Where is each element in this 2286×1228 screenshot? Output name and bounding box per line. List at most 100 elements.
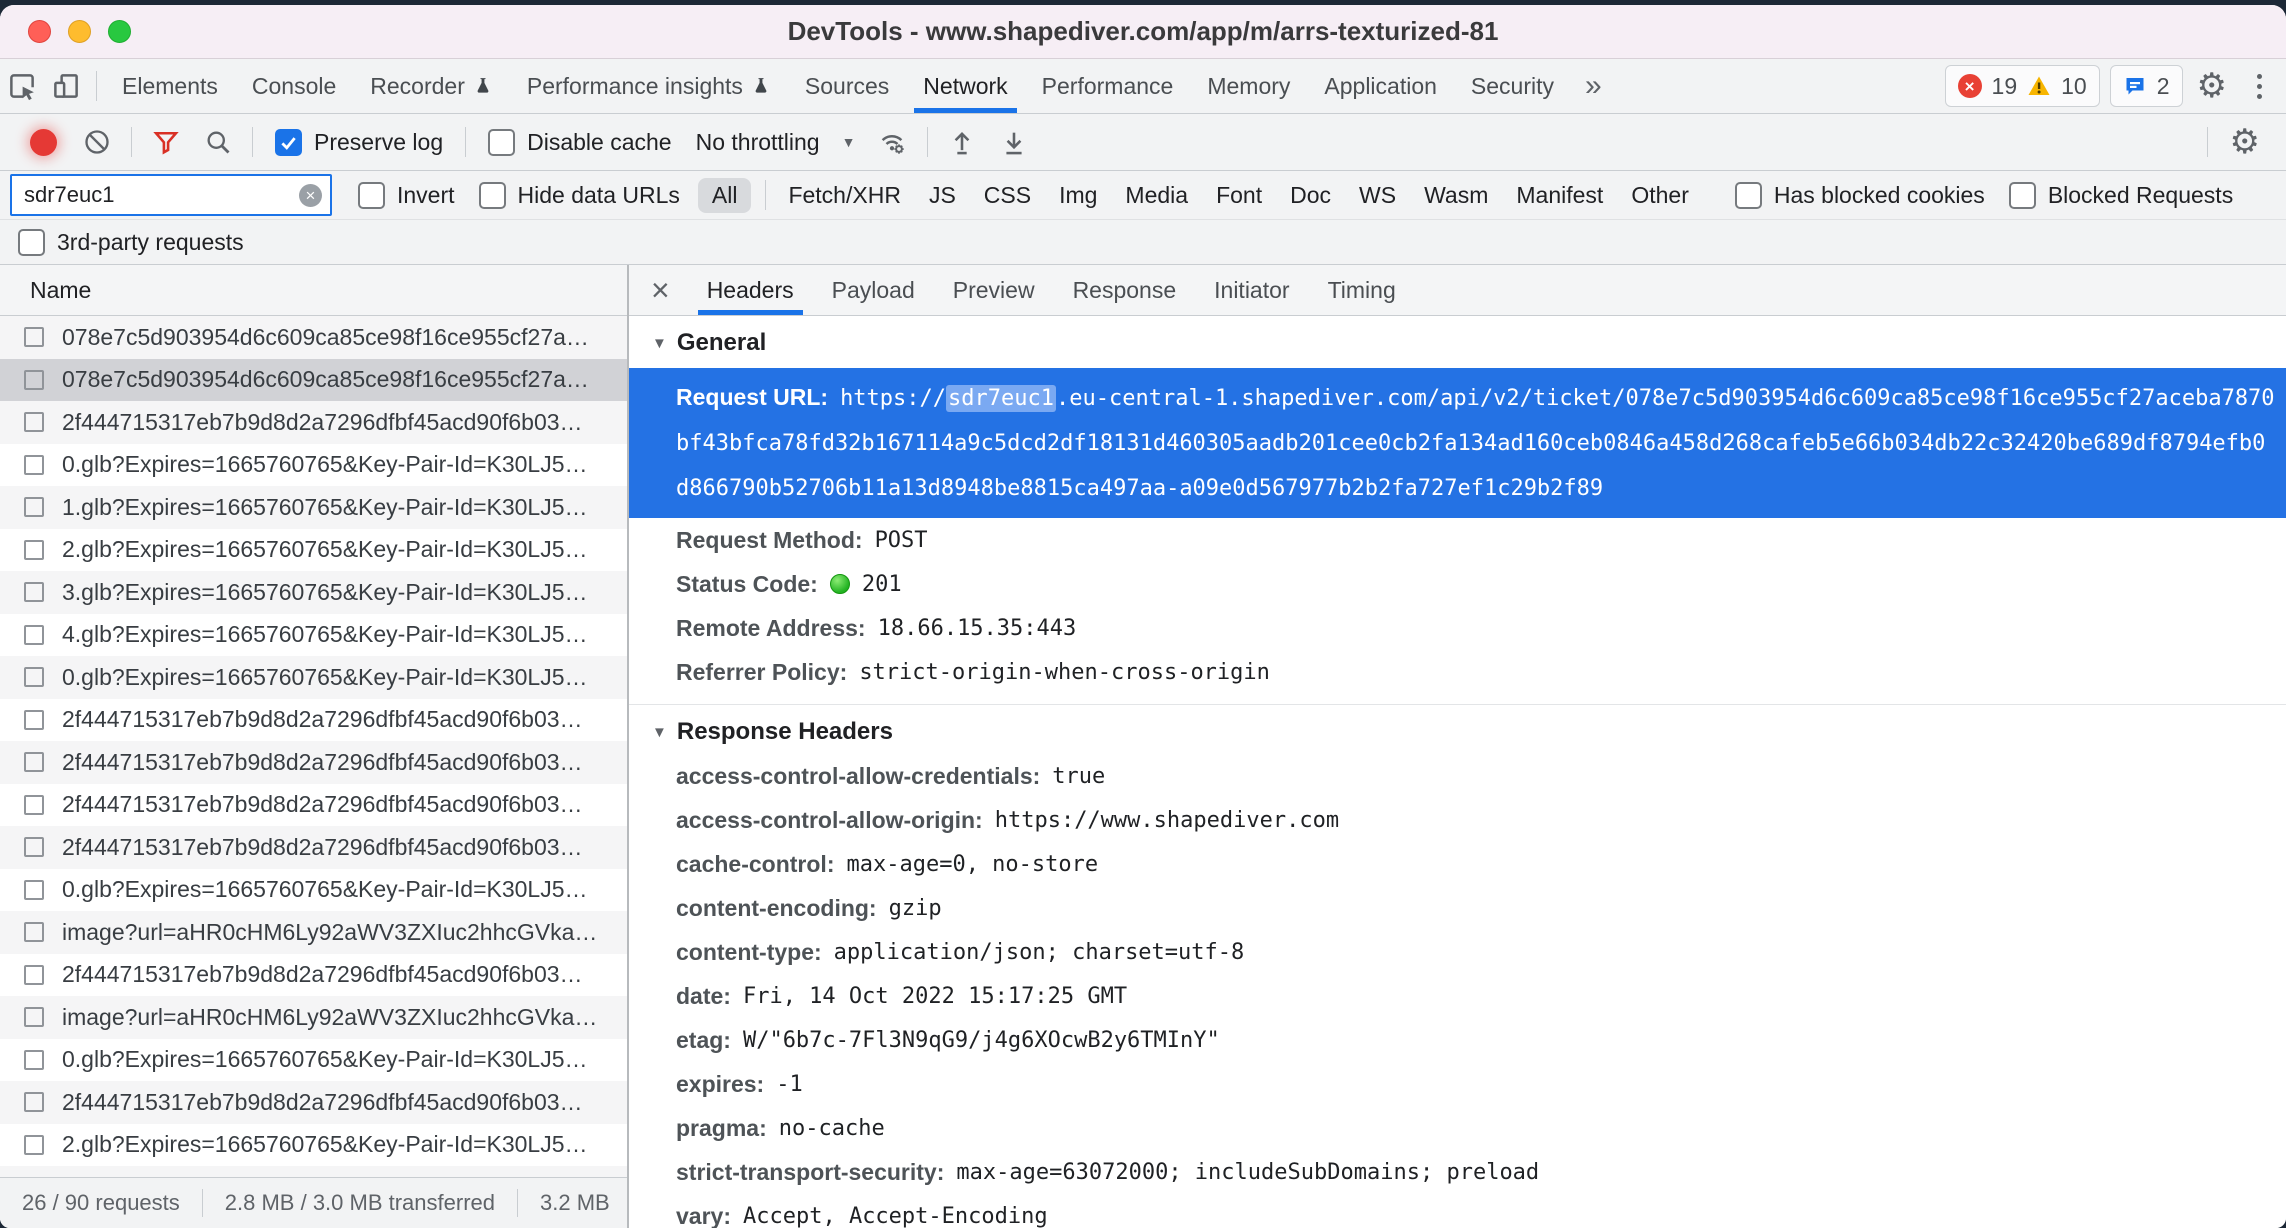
disclosure-triangle-icon: ▼ <box>652 724 667 741</box>
response-header-row[interactable]: access-control-allow-origin: https://www… <box>629 798 2286 842</box>
customize-devtools-menu-button[interactable] <box>2241 74 2278 99</box>
resources-size: 3.2 MB <box>518 1190 627 1216</box>
request-row-partial[interactable] <box>0 1166 627 1177</box>
tab-preview[interactable]: Preview <box>934 265 1054 315</box>
type-filter-font[interactable]: Font <box>1202 182 1276 209</box>
has-blocked-cookies-checkbox[interactable]: Has blocked cookies <box>1723 182 1997 209</box>
request-method-row[interactable]: Request Method: POST <box>629 518 2286 562</box>
export-har-button[interactable] <box>988 114 1040 170</box>
type-filter-js[interactable]: JS <box>915 182 970 209</box>
tab-memory[interactable]: Memory <box>1190 59 1307 113</box>
request-row[interactable]: 2.glb?Expires=1665760765&Key-Pair-Id=K30… <box>0 529 627 572</box>
divider <box>465 127 466 157</box>
third-party-filter-row: 3rd-party requests <box>0 220 2286 265</box>
request-row[interactable]: 4.glb?Expires=1665760765&Key-Pair-Id=K30… <box>0 614 627 657</box>
tab-sources[interactable]: Sources <box>788 59 906 113</box>
blocked-requests-checkbox[interactable]: Blocked Requests <box>1997 182 2245 209</box>
hide-data-urls-checkbox[interactable]: Hide data URLs <box>467 182 692 209</box>
response-header-row[interactable]: cache-control: max-age=0, no-store <box>629 842 2286 886</box>
issues-badge[interactable]: 2 <box>2110 65 2183 107</box>
filter-input[interactable] <box>22 181 293 209</box>
tab-network[interactable]: Network <box>906 59 1024 113</box>
tab-headers[interactable]: Headers <box>688 265 813 315</box>
filter-toggle-button[interactable] <box>140 114 192 170</box>
type-filter-all[interactable]: All <box>698 178 752 213</box>
response-header-row[interactable]: strict-transport-security: max-age=63072… <box>629 1150 2286 1194</box>
third-party-requests-checkbox[interactable]: 3rd-party requests <box>18 229 244 256</box>
request-row[interactable]: 078e7c5d903954d6c609ca85ce98f16ce955cf27… <box>0 316 627 359</box>
request-row-selected[interactable]: 078e7c5d903954d6c609ca85ce98f16ce955cf27… <box>0 359 627 402</box>
import-har-button[interactable] <box>936 114 988 170</box>
request-row[interactable]: 2f444715317eb7b9d8d2a7296dfbf45acd90f6b0… <box>0 954 627 997</box>
type-filter-wasm[interactable]: Wasm <box>1410 182 1502 209</box>
request-row[interactable]: 0.glb?Expires=1665760765&Key-Pair-Id=K30… <box>0 869 627 912</box>
remote-address-row[interactable]: Remote Address: 18.66.15.35:443 <box>629 606 2286 650</box>
request-row[interactable]: 2f444715317eb7b9d8d2a7296dfbf45acd90f6b0… <box>0 1081 627 1124</box>
network-conditions-button[interactable] <box>865 114 919 170</box>
response-header-row[interactable]: content-type: application/json; charset=… <box>629 930 2286 974</box>
tab-performance-insights[interactable]: Performance insights <box>510 59 788 113</box>
clear-network-log-button[interactable] <box>71 114 123 170</box>
invert-checkbox[interactable]: Invert <box>346 182 467 209</box>
tab-response[interactable]: Response <box>1054 265 1196 315</box>
close-details-button[interactable]: × <box>629 274 688 306</box>
request-row[interactable]: image?url=aHR0cHM6Ly92aWV3ZXIuc2hhcGVka… <box>0 996 627 1039</box>
preserve-log-label: Preserve log <box>314 129 443 156</box>
settings-gear-button[interactable]: ⚙ <box>2183 69 2241 103</box>
request-row[interactable]: 2f444715317eb7b9d8d2a7296dfbf45acd90f6b0… <box>0 826 627 869</box>
request-row[interactable]: 3.glb?Expires=1665760765&Key-Pair-Id=K30… <box>0 571 627 614</box>
type-filter-ws[interactable]: WS <box>1345 182 1410 209</box>
type-filter-fetch-xhr[interactable]: Fetch/XHR <box>774 182 914 209</box>
preserve-log-checkbox[interactable]: Preserve log <box>261 129 457 156</box>
search-network-button[interactable] <box>192 114 244 170</box>
response-header-row[interactable]: expires: -1 <box>629 1062 2286 1106</box>
request-row[interactable]: 2.glb?Expires=1665760765&Key-Pair-Id=K30… <box>0 1124 627 1167</box>
console-errors-warnings-badge[interactable]: × 19 10 <box>1945 65 2100 107</box>
type-filter-img[interactable]: Img <box>1045 182 1111 209</box>
request-url-row-selected[interactable]: Request URL:https://sdr7euc1.eu-central-… <box>629 368 2286 518</box>
response-header-row[interactable]: access-control-allow-credentials: true <box>629 754 2286 798</box>
referrer-policy-row[interactable]: Referrer Policy: strict-origin-when-cros… <box>629 650 2286 694</box>
request-row[interactable]: 0.glb?Expires=1665760765&Key-Pair-Id=K30… <box>0 444 627 487</box>
request-row[interactable]: image?url=aHR0cHM6Ly92aWV3ZXIuc2hhcGVka… <box>0 911 627 954</box>
tab-performance[interactable]: Performance <box>1025 59 1191 113</box>
more-tabs-button[interactable]: » <box>1571 69 1616 103</box>
response-header-row[interactable]: vary: Accept, Accept-Encoding <box>629 1194 2286 1228</box>
general-section-header[interactable]: ▼ General <box>629 316 2286 365</box>
tab-application[interactable]: Application <box>1307 59 1454 113</box>
tab-console[interactable]: Console <box>235 59 353 113</box>
tab-security[interactable]: Security <box>1454 59 1571 113</box>
request-row[interactable]: 2f444715317eb7b9d8d2a7296dfbf45acd90f6b0… <box>0 699 627 742</box>
status-code-row[interactable]: Status Code: 201 <box>629 562 2286 606</box>
clear-filter-icon[interactable]: × <box>299 184 322 207</box>
response-headers-section-header[interactable]: ▼ Response Headers <box>629 705 2286 754</box>
tab-recorder[interactable]: Recorder <box>353 59 510 113</box>
header-key: access-control-allow-credentials: <box>676 763 1040 790</box>
request-row[interactable]: 2f444715317eb7b9d8d2a7296dfbf45acd90f6b0… <box>0 401 627 444</box>
tab-elements[interactable]: Elements <box>105 59 235 113</box>
type-filter-other[interactable]: Other <box>1617 182 1703 209</box>
tab-payload[interactable]: Payload <box>813 265 934 315</box>
response-header-row[interactable]: etag: W/"6b7c-7Fl3N9qG9/j4g6XOcwB2y6TMIn… <box>629 1018 2286 1062</box>
disable-cache-checkbox[interactable]: Disable cache <box>474 129 685 156</box>
name-column-header[interactable]: Name <box>0 265 627 316</box>
type-filter-media[interactable]: Media <box>1111 182 1202 209</box>
type-filter-css[interactable]: CSS <box>970 182 1045 209</box>
request-row[interactable]: 2f444715317eb7b9d8d2a7296dfbf45acd90f6b0… <box>0 784 627 827</box>
record-network-log-button[interactable] <box>30 129 57 156</box>
request-row[interactable]: 0.glb?Expires=1665760765&Key-Pair-Id=K30… <box>0 656 627 699</box>
response-header-row[interactable]: content-encoding: gzip <box>629 886 2286 930</box>
request-row[interactable]: 0.glb?Expires=1665760765&Key-Pair-Id=K30… <box>0 1039 627 1082</box>
inspect-element-button[interactable] <box>0 59 44 113</box>
tab-initiator[interactable]: Initiator <box>1195 265 1308 315</box>
request-row[interactable]: 2f444715317eb7b9d8d2a7296dfbf45acd90f6b0… <box>0 741 627 784</box>
tab-timing[interactable]: Timing <box>1309 265 1415 315</box>
type-filter-manifest[interactable]: Manifest <box>1502 182 1617 209</box>
network-settings-gear-button[interactable]: ⚙ <box>2216 125 2274 159</box>
type-filter-doc[interactable]: Doc <box>1276 182 1345 209</box>
request-row[interactable]: 1.glb?Expires=1665760765&Key-Pair-Id=K30… <box>0 486 627 529</box>
device-toolbar-button[interactable] <box>44 59 88 113</box>
response-header-row[interactable]: date: Fri, 14 Oct 2022 15:17:25 GMT <box>629 974 2286 1018</box>
response-header-row[interactable]: pragma: no-cache <box>629 1106 2286 1150</box>
throttling-select[interactable]: No throttling <box>696 129 820 156</box>
